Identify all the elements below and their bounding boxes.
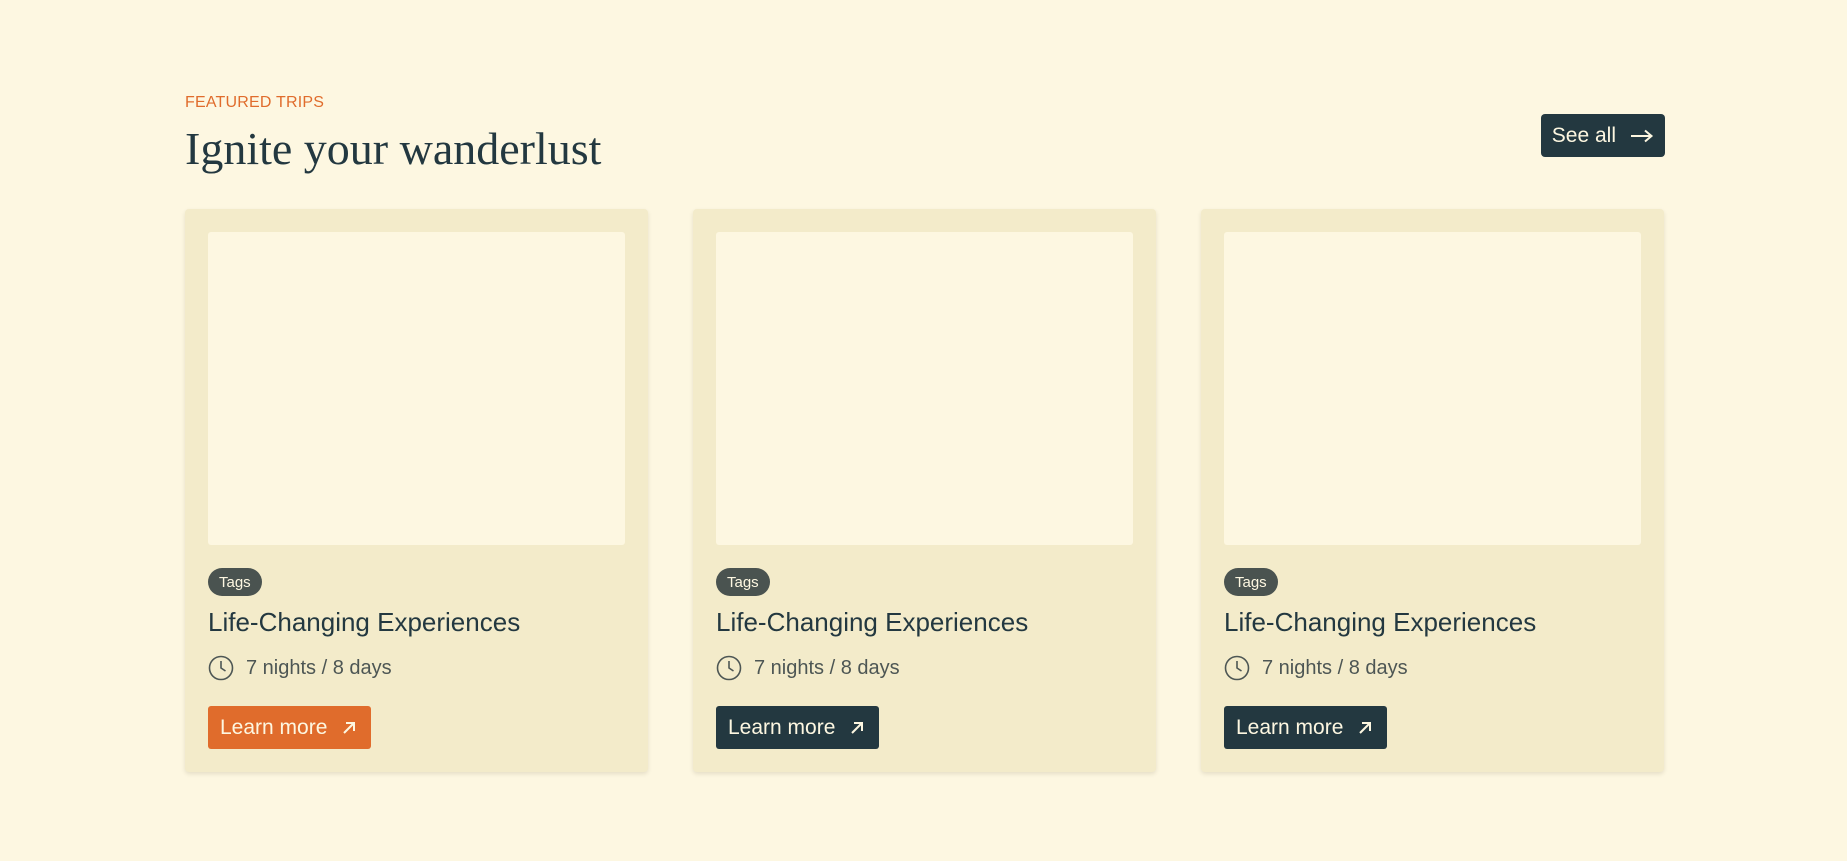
trip-duration: 7 nights / 8 days xyxy=(716,655,900,681)
featured-trips-section: FEATURED TRIPS Ignite your wanderlust Se… xyxy=(185,0,1665,861)
trip-card-list: Tags Life-Changing Experiences 7 nights … xyxy=(185,209,1664,772)
learn-more-button[interactable]: Learn more xyxy=(1224,706,1388,749)
see-all-button[interactable]: See all xyxy=(1540,114,1665,157)
learn-more-button[interactable]: Learn more xyxy=(208,706,372,749)
trip-duration-text: 7 nights / 8 days xyxy=(754,656,900,679)
section-eyebrow: FEATURED TRIPS xyxy=(185,94,325,111)
learn-more-label: Learn more xyxy=(220,715,328,739)
clock-icon xyxy=(208,655,234,681)
learn-more-label: Learn more xyxy=(1236,715,1344,739)
learn-more-label: Learn more xyxy=(728,715,836,739)
trip-title: Life-Changing Experiences xyxy=(1224,607,1537,637)
trip-card: Tags Life-Changing Experiences 7 nights … xyxy=(693,209,1156,772)
trip-image-placeholder xyxy=(1224,232,1641,545)
arrow-up-right-icon xyxy=(1357,720,1373,736)
trip-duration-text: 7 nights / 8 days xyxy=(246,656,392,679)
arrow-right-icon xyxy=(1630,129,1654,143)
trip-card: Tags Life-Changing Experiences 7 nights … xyxy=(185,209,648,772)
arrow-up-right-icon xyxy=(849,720,865,736)
tag-badge: Tags xyxy=(208,568,262,596)
trip-card: Tags Life-Changing Experiences 7 nights … xyxy=(1201,209,1664,772)
trip-duration: 7 nights / 8 days xyxy=(1224,655,1408,681)
arrow-up-right-icon xyxy=(341,720,357,736)
trip-image-placeholder xyxy=(208,232,625,545)
section-heading: Ignite your wanderlust xyxy=(185,123,602,174)
trip-duration-text: 7 nights / 8 days xyxy=(1262,656,1408,679)
trip-title: Life-Changing Experiences xyxy=(716,607,1029,637)
trip-title: Life-Changing Experiences xyxy=(208,607,521,637)
trip-image-placeholder xyxy=(716,232,1133,545)
clock-icon xyxy=(716,655,742,681)
trip-duration: 7 nights / 8 days xyxy=(208,655,392,681)
learn-more-button[interactable]: Learn more xyxy=(716,706,880,749)
see-all-label: See all xyxy=(1551,123,1616,147)
tag-badge: Tags xyxy=(1224,568,1278,596)
tag-badge: Tags xyxy=(716,568,770,596)
clock-icon xyxy=(1224,655,1250,681)
